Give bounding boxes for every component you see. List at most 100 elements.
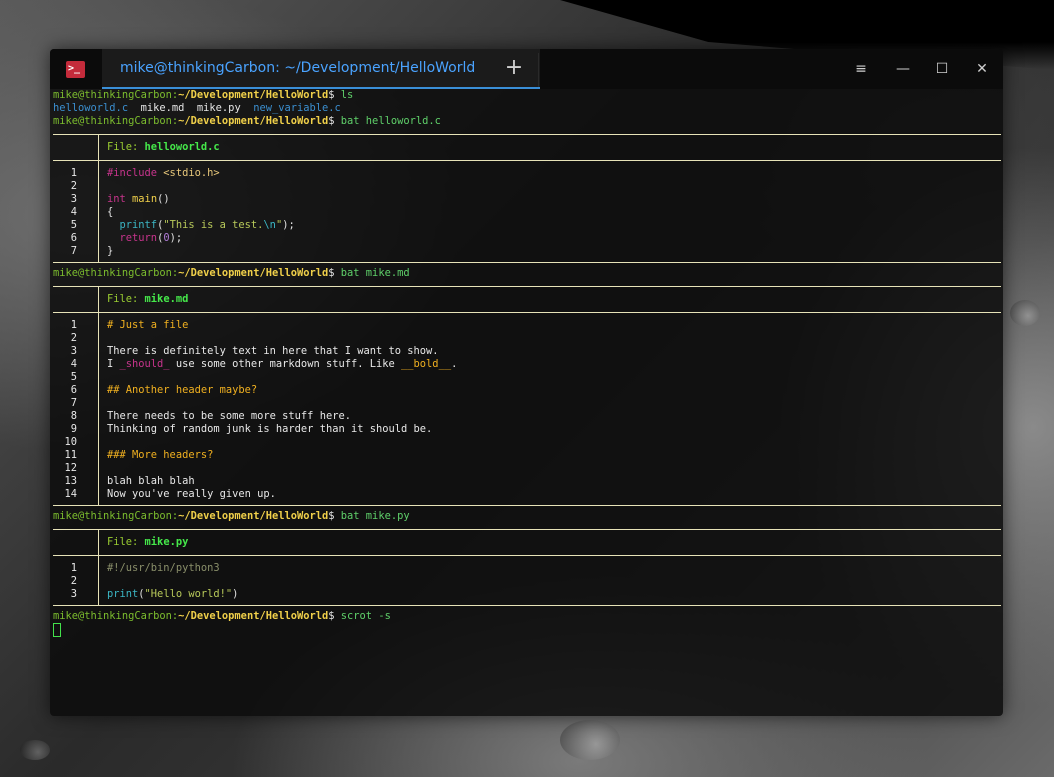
prompt-line: mike@thinkingCarbon:~/Development/HelloW…: [53, 89, 1001, 102]
token: _should_: [119, 358, 170, 370]
line-number: 7: [70, 397, 77, 409]
terminal-output[interactable]: mike@thinkingCarbon:~/Development/HelloW…: [53, 89, 1001, 639]
line-number: 6: [70, 232, 77, 244]
code-line: 5: [53, 371, 1001, 384]
prompt-user: mike@thinkingCarbon: [53, 610, 172, 622]
ls-output: helloworld.c mike.md mike.py new_variabl…: [53, 102, 1001, 115]
minimize-icon[interactable]: —: [893, 59, 913, 79]
ls-file: mike.md: [140, 102, 185, 114]
token: \n: [263, 219, 276, 231]
new-tab-plus-icon[interactable]: +: [502, 57, 526, 81]
command-text: scrot -s: [340, 610, 391, 622]
prompt-dollar: $: [328, 115, 341, 127]
file-label: File:: [107, 141, 145, 153]
token: ## Another header maybe?: [107, 384, 258, 396]
line-number: 1: [70, 167, 77, 179]
code-line: 1 #include <stdio.h>: [53, 167, 1001, 180]
file-header: File: mike.py: [53, 530, 1001, 555]
text-cursor[interactable]: [53, 623, 61, 637]
divider-line: [53, 505, 1001, 506]
token: ### More headers?: [107, 449, 214, 461]
moon-crater: [560, 720, 620, 760]
token: use some other markdown stuff. Like: [169, 358, 402, 370]
ls-file: new_variable.c: [253, 102, 341, 114]
code-line: 12: [53, 462, 1001, 475]
token: .: [451, 358, 458, 370]
token: );: [169, 232, 183, 244]
code-line: 1 # Just a file: [53, 319, 1001, 332]
prompt-dollar: $: [328, 510, 341, 522]
line-number: 3: [70, 345, 77, 357]
moon-crater: [1010, 300, 1040, 326]
code-line: 3 print("Hello world!"): [53, 588, 1001, 601]
bat-output-c: File: helloworld.c 1 #include <stdio.h> 2…: [53, 134, 1001, 263]
token: );: [282, 219, 295, 231]
line-number: 3: [70, 193, 77, 205]
gutter: [53, 530, 99, 555]
command-text: bat mike.md: [340, 267, 410, 279]
prompt-path: ~/Development/HelloWorld: [178, 610, 329, 622]
close-icon[interactable]: ✕: [972, 59, 992, 79]
tab-title: mike@thinkingCarbon: ~/Development/Hello…: [120, 60, 476, 76]
token: "This is a test.: [163, 219, 264, 231]
command-text: bat mike.py: [340, 510, 410, 522]
prompt-line: mike@thinkingCarbon:~/Development/HelloW…: [53, 267, 1001, 280]
file-name-label: File: mike.md: [107, 293, 188, 306]
token: I: [107, 358, 120, 370]
prompt-dollar: $: [328, 89, 341, 101]
line-number: 2: [70, 180, 77, 192]
code-line: 2: [53, 180, 1001, 193]
token: There needs to be some more stuff here.: [107, 410, 351, 422]
line-number: 3: [70, 588, 77, 600]
menu-icon[interactable]: ≡: [851, 59, 871, 79]
line-number: 8: [70, 410, 77, 422]
line-number: 1: [70, 562, 77, 574]
code-line: 14 Now you've really given up.: [53, 488, 1001, 501]
file-name-label: File: mike.py: [107, 536, 188, 549]
maximize-icon[interactable]: ☐: [932, 59, 952, 79]
token: # Just a file: [107, 319, 189, 331]
token: #include: [107, 167, 158, 179]
title-bar: >_ mike@thinkingCarbon: ~/Development/He…: [50, 49, 1003, 89]
token: Thinking of random junk is harder than i…: [107, 423, 433, 435]
token: #!/usr/bin/python3: [107, 562, 220, 574]
prompt-path: ~/Development/HelloWorld: [178, 510, 329, 522]
code-line: 3 There is definitely text in here that I…: [53, 345, 1001, 358]
input-line[interactable]: [53, 623, 1001, 639]
code-line: 1 #!/usr/bin/python3: [53, 562, 1001, 575]
prompt-dollar: $: [328, 267, 341, 279]
prompt-user: mike@thinkingCarbon: [53, 267, 172, 279]
file-label: File:: [107, 293, 145, 305]
file-body: 1 # Just a file 2 3 There is definitely te…: [53, 313, 1001, 505]
line-number: 11: [64, 449, 77, 461]
bat-output-py: File: mike.py 1 #!/usr/bin/python3 2 3 pri…: [53, 529, 1001, 606]
tab-active[interactable]: mike@thinkingCarbon: ~/Development/Hello…: [102, 49, 540, 89]
token: There is definitely text in here that I …: [107, 345, 439, 357]
token: return: [119, 232, 158, 244]
code-line: 11 ### More headers?: [53, 449, 1001, 462]
token: <stdio.h>: [157, 167, 220, 179]
gutter: [53, 287, 99, 312]
tab-divider: [538, 53, 539, 87]
line-number: 6: [70, 384, 77, 396]
file-name-label: File: helloworld.c: [107, 141, 220, 154]
token: __bold__: [401, 358, 452, 370]
file-label: File:: [107, 536, 145, 548]
command-text: ls: [340, 89, 354, 101]
terminal-app-icon[interactable]: >_: [66, 61, 85, 78]
code-line: 7}: [53, 245, 1001, 258]
token: }: [107, 245, 114, 257]
file-name: helloworld.c: [144, 141, 220, 153]
command-text: bat helloworld.c: [340, 115, 441, 127]
ls-file: mike.py: [196, 102, 241, 114]
code-line: 3 int main(): [53, 193, 1001, 206]
gutter: [53, 135, 99, 160]
prompt-line: mike@thinkingCarbon:~/Development/HelloW…: [53, 115, 1001, 128]
prompt-user: mike@thinkingCarbon: [53, 510, 172, 522]
token: print: [107, 588, 139, 600]
line-number: 4: [70, 358, 77, 370]
bat-output-md: File: mike.md 1 # Just a file 2 3 There is…: [53, 286, 1001, 506]
line-number: 4: [70, 206, 77, 218]
